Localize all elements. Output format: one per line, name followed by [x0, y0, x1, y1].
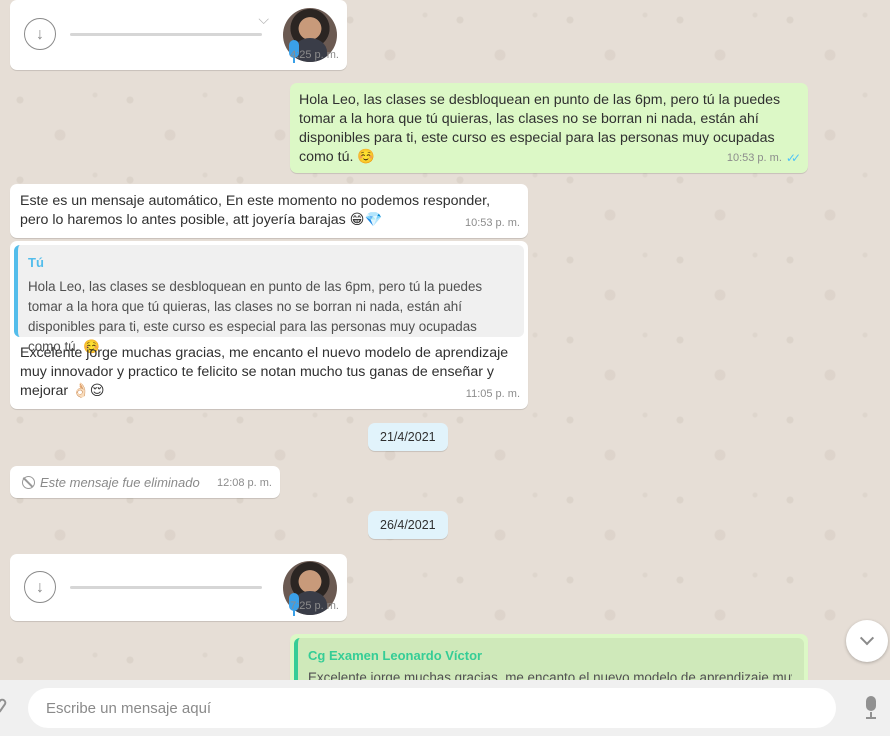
message-text: Excelente jorge muchas gracias, me encan…	[20, 345, 509, 399]
message-time: 7:25 p. m.	[290, 600, 339, 612]
composer-bar	[0, 680, 890, 736]
audio-progress-track[interactable]	[70, 33, 262, 36]
quote-author: Cg Examen Leonardo Víctor	[308, 648, 483, 663]
date-divider: 21/4/2021	[368, 423, 448, 451]
chevron-down-icon	[859, 631, 875, 646]
message-text: Este es un mensaje automático, En este m…	[20, 193, 491, 228]
download-icon[interactable]: ↓	[24, 571, 56, 603]
quote-author: Tú	[28, 255, 44, 270]
quoted-message[interactable]: Tú Hola Leo, las clases se desbloquean e…	[14, 245, 524, 354]
microphone-button[interactable]	[864, 696, 878, 720]
message-time: 11:05 p. m.	[465, 388, 520, 400]
download-icon[interactable]: ↓	[24, 18, 56, 50]
message-time: 10:53 p. m.	[464, 217, 520, 229]
incoming-reply-message[interactable]: Tú Hola Leo, las clases se desbloquean e…	[10, 241, 528, 409]
message-time: 10:53 p. m.	[726, 152, 782, 164]
audio-progress-track[interactable]	[70, 586, 262, 589]
message-time: 12:08 p. m.	[216, 477, 272, 489]
message-text: Hola Leo, las clases se desbloquean en p…	[299, 92, 781, 165]
scroll-down-button[interactable]	[846, 620, 888, 662]
outgoing-message[interactable]: Hola Leo, las clases se desbloquean en p…	[290, 83, 808, 173]
mic-icon	[866, 696, 876, 711]
read-checks-icon: ✓✓	[785, 151, 801, 165]
message-input[interactable]	[28, 688, 836, 728]
chevron-down-icon[interactable]: ⌵	[258, 10, 269, 29]
quote-text: Excelente jorge muchas gracias, me encan…	[308, 670, 792, 680]
quoted-message[interactable]: Cg Examen Leonardo Víctor Excelente jorg…	[294, 638, 804, 680]
outgoing-reply-message[interactable]: Cg Examen Leonardo Víctor Excelente jorg…	[290, 634, 808, 680]
message-time: 4:25 p. m.	[290, 49, 339, 61]
attach-icon[interactable]	[0, 697, 8, 715]
audio-message[interactable]: ↓ 7:25 p. m.	[10, 554, 347, 621]
chat-area[interactable]: ↓ ⌵ 4:25 p. m. Hola Leo, las clases se d…	[0, 0, 890, 680]
blocked-icon	[22, 476, 35, 489]
incoming-message[interactable]: Este es un mensaje automático, En este m…	[10, 184, 528, 238]
deleted-text: Este mensaje fue eliminado	[40, 475, 200, 490]
audio-message[interactable]: ↓ ⌵ 4:25 p. m.	[10, 0, 347, 70]
deleted-message[interactable]: Este mensaje fue eliminado 12:08 p. m.	[10, 466, 280, 498]
date-divider: 26/4/2021	[368, 511, 448, 539]
